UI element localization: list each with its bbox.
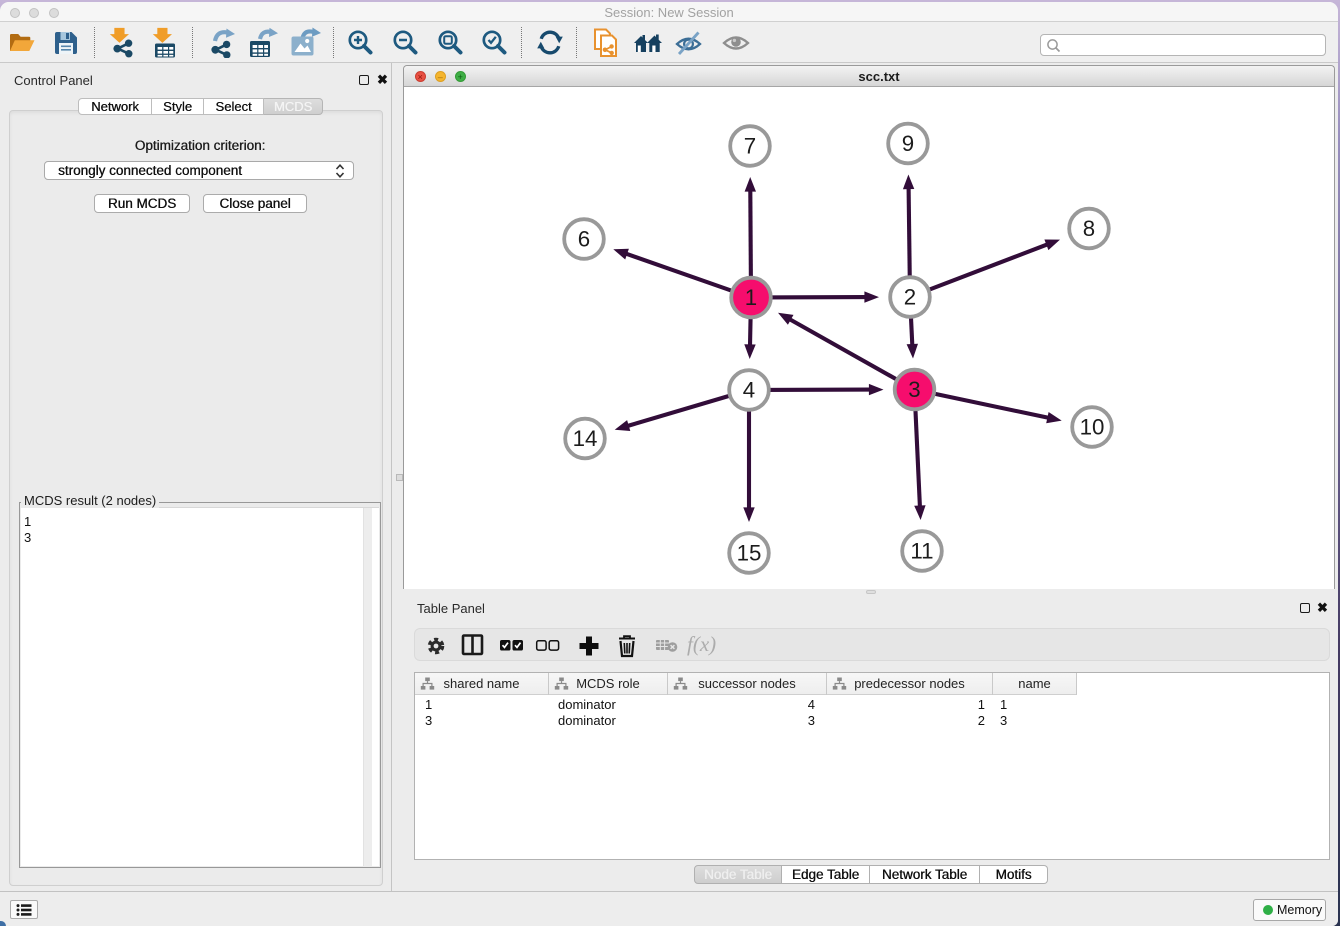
svg-text:9: 9 <box>902 131 914 156</box>
svg-text:3: 3 <box>908 377 920 402</box>
svg-text:2: 2 <box>904 285 916 310</box>
svg-text:10: 10 <box>1080 415 1105 440</box>
svg-text:6: 6 <box>578 227 590 252</box>
svg-text:4: 4 <box>743 378 755 403</box>
svg-text:14: 14 <box>573 426 598 451</box>
svg-text:1: 1 <box>745 285 757 310</box>
svg-text:8: 8 <box>1083 216 1095 241</box>
svg-text:7: 7 <box>744 134 756 159</box>
svg-text:15: 15 <box>737 541 762 566</box>
svg-text:11: 11 <box>910 539 933 564</box>
